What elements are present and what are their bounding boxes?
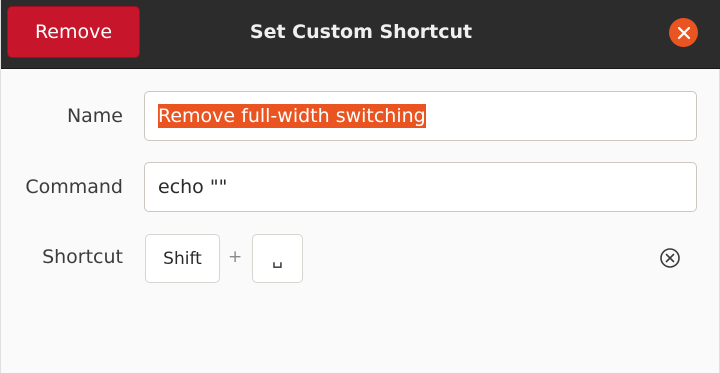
name-field-value: Remove full-width switching <box>158 104 426 128</box>
command-field-value: echo "" <box>158 176 228 198</box>
close-icon <box>677 26 690 39</box>
close-button[interactable] <box>669 18 698 47</box>
name-label: Name <box>66 105 123 127</box>
shortcut-key-space[interactable]: ␣ <box>252 234 303 283</box>
clear-shortcut-button[interactable] <box>658 246 682 270</box>
remove-button[interactable]: Remove <box>7 6 140 58</box>
shortcut-label: Shortcut <box>42 246 123 268</box>
shortcut-plus-separator: + <box>228 247 243 267</box>
name-field[interactable]: Remove full-width switching <box>144 91 697 141</box>
command-label: Command <box>25 176 123 198</box>
headerbar: Remove Set Custom Shortcut <box>1 0 720 69</box>
set-custom-shortcut-dialog: Remove Set Custom Shortcut Name Remove f… <box>0 0 720 373</box>
command-field[interactable]: echo "" <box>144 162 697 212</box>
shortcut-key-shift[interactable]: Shift <box>145 234 220 283</box>
clear-shortcut-icon <box>660 248 680 268</box>
